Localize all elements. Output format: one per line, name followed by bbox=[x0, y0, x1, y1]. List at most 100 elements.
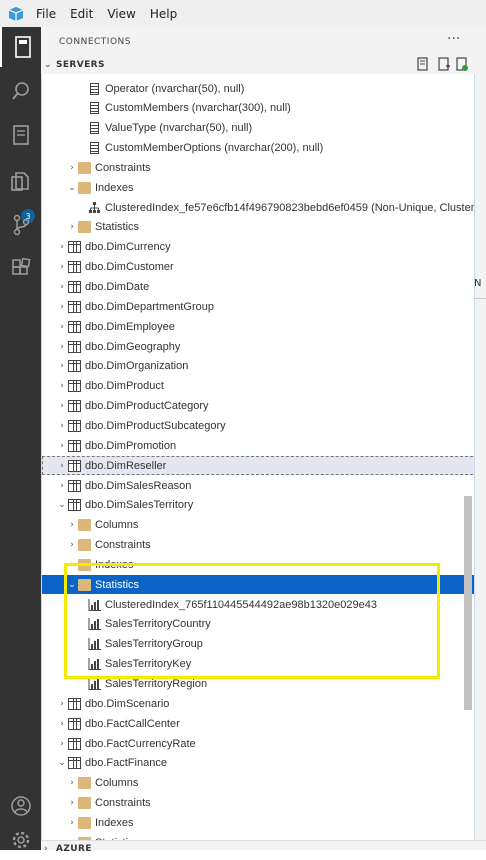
table-icon bbox=[68, 400, 81, 413]
tree-item[interactable]: › dbo.DimReseller bbox=[42, 456, 474, 476]
table-icon bbox=[68, 717, 81, 730]
tree-item[interactable]: › Statistics bbox=[42, 218, 474, 237]
sidebar-title: CONNECTIONS bbox=[59, 37, 131, 47]
tree-item[interactable]: › dbo.DimSalesReason bbox=[42, 476, 474, 495]
tree-item[interactable]: ValueType (nvarchar(50), null) bbox=[42, 119, 474, 138]
menu-view[interactable]: View bbox=[107, 7, 135, 21]
menu-edit[interactable]: Edit bbox=[70, 7, 93, 21]
chevron-right-icon[interactable]: › bbox=[56, 699, 68, 709]
tree-item[interactable]: › Constraints bbox=[42, 536, 474, 555]
chevron-right-icon[interactable]: › bbox=[66, 560, 78, 570]
chevron-right-icon[interactable]: › bbox=[56, 242, 68, 252]
folder-icon bbox=[78, 221, 91, 234]
tree-item[interactable]: › dbo.DimCurrency bbox=[42, 238, 474, 257]
chevron-right-icon[interactable]: › bbox=[56, 719, 68, 729]
chevron-down-icon[interactable]: ⌄ bbox=[66, 580, 78, 590]
menu-file[interactable]: File bbox=[36, 7, 56, 21]
chevron-right-icon[interactable]: › bbox=[56, 421, 68, 431]
tree-item-label: CustomMembers (nvarchar(300), null) bbox=[105, 102, 291, 115]
source-control-icon[interactable] bbox=[0, 205, 41, 245]
tree-item[interactable]: › Constraints bbox=[42, 158, 474, 177]
tree-item[interactable]: ⌄ Statistics bbox=[42, 575, 474, 595]
tree-item[interactable]: SalesTerritoryKey bbox=[42, 655, 474, 674]
table-icon bbox=[68, 360, 81, 373]
tree-item[interactable]: SalesTerritoryGroup bbox=[42, 635, 474, 654]
tree-item[interactable]: ClusteredIndex_765f110445544492ae98b1320… bbox=[42, 595, 474, 614]
new-connection-icon[interactable] bbox=[416, 56, 430, 72]
chevron-right-icon[interactable]: › bbox=[56, 282, 68, 292]
chevron-down-icon[interactable]: ⌄ bbox=[56, 758, 68, 768]
tree-item[interactable]: › dbo.FactCallCenter bbox=[42, 714, 474, 733]
statistics-icon bbox=[88, 638, 101, 651]
more-actions-icon[interactable]: ··· bbox=[447, 31, 460, 47]
tree-item[interactable]: SalesTerritoryCountry bbox=[42, 615, 474, 634]
tree-item[interactable]: › dbo.DimEmployee bbox=[42, 317, 474, 336]
chevron-right-icon[interactable]: › bbox=[56, 739, 68, 749]
tree-item[interactable]: CustomMembers (nvarchar(300), null) bbox=[42, 99, 474, 118]
tree-item[interactable]: ⌄ Indexes bbox=[42, 178, 474, 197]
tree-scrollbar-thumb[interactable] bbox=[464, 496, 472, 710]
tree-item[interactable]: › dbo.DimScenario bbox=[42, 694, 474, 713]
settings-gear-icon[interactable] bbox=[0, 820, 41, 860]
tree-item[interactable]: › dbo.DimProductCategory bbox=[42, 397, 474, 416]
tree-item[interactable]: CustomMemberOptions (nvarchar(200), null… bbox=[42, 139, 474, 158]
tree-item[interactable]: › Columns bbox=[42, 774, 474, 793]
extensions-icon[interactable] bbox=[0, 249, 41, 289]
chevron-down-icon[interactable]: ⌄ bbox=[66, 183, 78, 193]
explorer-icon[interactable] bbox=[0, 161, 41, 201]
chevron-right-icon[interactable]: › bbox=[66, 818, 78, 828]
chevron-right-icon[interactable]: › bbox=[66, 222, 78, 232]
tree-item[interactable]: › Indexes bbox=[42, 555, 474, 574]
chevron-right-icon[interactable]: › bbox=[56, 361, 68, 371]
azure-section-header[interactable]: › AZURE bbox=[41, 840, 486, 857]
search-icon[interactable] bbox=[0, 71, 41, 111]
tree-item[interactable]: › dbo.DimDate bbox=[42, 278, 474, 297]
editor-tab-fragment[interactable]: N bbox=[474, 278, 486, 299]
new-query-icon[interactable] bbox=[437, 56, 451, 72]
chevron-right-icon[interactable]: › bbox=[66, 798, 78, 808]
tree-item[interactable]: ⌄ dbo.FactFinance bbox=[42, 754, 474, 773]
activity-bar: 3 bbox=[0, 27, 41, 850]
chevron-down-icon[interactable]: ⌄ bbox=[56, 500, 68, 510]
tree-item[interactable]: › dbo.DimGeography bbox=[42, 337, 474, 356]
chevron-right-icon[interactable]: › bbox=[56, 302, 68, 312]
tree-item[interactable]: › dbo.DimProduct bbox=[42, 377, 474, 396]
notebooks-icon[interactable] bbox=[0, 115, 41, 155]
tree-item[interactable]: › Indexes bbox=[42, 813, 474, 832]
chevron-right-icon[interactable]: › bbox=[56, 262, 68, 272]
tree-item-label: dbo.DimScenario bbox=[85, 697, 170, 710]
chevron-right-icon[interactable]: › bbox=[56, 322, 68, 332]
chevron-right-icon[interactable]: › bbox=[56, 401, 68, 411]
chevron-right-icon[interactable]: › bbox=[56, 381, 68, 391]
tree-item[interactable]: › dbo.DimOrganization bbox=[42, 357, 474, 376]
statistics-icon bbox=[88, 678, 101, 690]
tree-item-label: Indexes bbox=[95, 816, 134, 829]
tree-item[interactable]: › dbo.FactCurrencyRate bbox=[42, 734, 474, 753]
add-server-group-icon[interactable] bbox=[455, 56, 469, 72]
tree-item-label: CustomMemberOptions (nvarchar(200), null… bbox=[105, 142, 324, 155]
chevron-right-icon[interactable]: › bbox=[56, 461, 68, 471]
tree-item[interactable]: SalesTerritoryRegion bbox=[42, 675, 474, 694]
tree-item[interactable]: › dbo.DimPromotion bbox=[42, 436, 474, 455]
tree-item[interactable]: › dbo.DimProductSubcategory bbox=[42, 416, 474, 435]
chevron-right-icon[interactable]: › bbox=[66, 163, 78, 173]
tree-item[interactable]: Operator (nvarchar(50), null) bbox=[42, 79, 474, 98]
tree-item[interactable]: › Constraints bbox=[42, 794, 474, 813]
chevron-right-icon[interactable]: › bbox=[66, 520, 78, 530]
connections-icon[interactable] bbox=[0, 27, 43, 67]
chevron-right-icon[interactable]: › bbox=[66, 778, 78, 788]
chevron-right-icon[interactable]: › bbox=[66, 540, 78, 550]
menu-help[interactable]: Help bbox=[150, 7, 177, 21]
tree-item-label: SalesTerritoryRegion bbox=[105, 678, 208, 690]
tree-item[interactable]: ClusteredIndex_fe57e6cfb14f496790823bebd… bbox=[42, 198, 474, 217]
tree-item[interactable]: › Columns bbox=[42, 516, 474, 535]
folder-icon bbox=[78, 181, 91, 194]
chevron-right-icon[interactable]: › bbox=[56, 441, 68, 451]
tree-item[interactable]: ⌄ dbo.DimSalesTerritory bbox=[42, 496, 474, 515]
tree-item[interactable]: › dbo.DimCustomer bbox=[42, 258, 474, 277]
tree-item-label: SalesTerritoryKey bbox=[105, 658, 192, 671]
chevron-right-icon[interactable]: › bbox=[56, 481, 68, 491]
chevron-right-icon[interactable]: › bbox=[56, 342, 68, 352]
tree-item[interactable]: › dbo.DimDepartmentGroup bbox=[42, 297, 474, 316]
tree-item-label: dbo.DimSalesTerritory bbox=[85, 499, 194, 512]
